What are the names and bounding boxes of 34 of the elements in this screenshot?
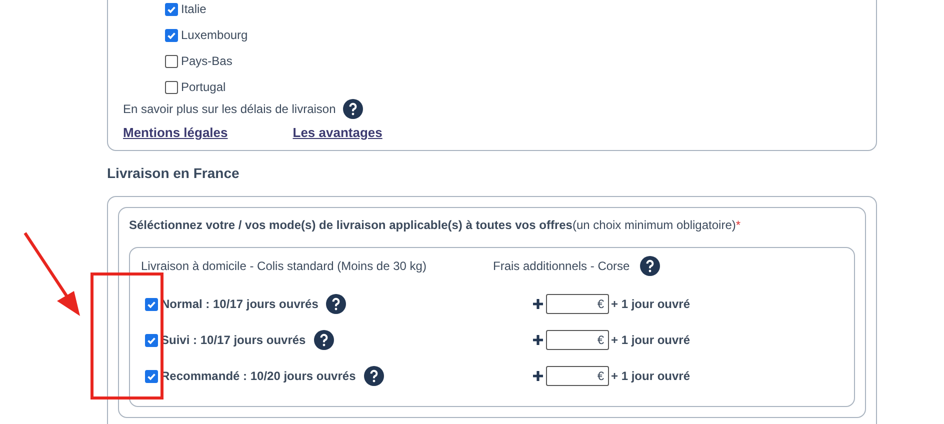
column-label: Frais additionnels - Corse xyxy=(493,259,630,273)
info-text: En savoir plus sur les délais de livraison xyxy=(123,102,336,116)
price-field[interactable]: € xyxy=(546,330,609,350)
extra-delay: + 1 jour ouvré xyxy=(611,333,690,347)
country-label: Italie xyxy=(181,2,206,16)
help-icon[interactable] xyxy=(342,99,363,119)
help-icon[interactable] xyxy=(326,294,346,314)
help-icon[interactable] xyxy=(640,256,660,276)
price-field[interactable]: € xyxy=(546,294,609,314)
checkbox[interactable] xyxy=(165,28,178,42)
group-label: Livraison à domicile - Colis standard (Moins de 30 kg) xyxy=(141,259,428,273)
section-title: Livraison en France xyxy=(107,165,240,181)
checkbox[interactable] xyxy=(165,2,178,16)
checkbox[interactable] xyxy=(145,370,158,382)
country-label: Luxembourg xyxy=(181,28,248,42)
plus-icon xyxy=(533,299,543,309)
price-field[interactable]: € xyxy=(546,366,609,386)
plus-icon xyxy=(533,335,543,345)
help-icon[interactable] xyxy=(314,330,334,350)
required-mark: * xyxy=(736,218,741,232)
link[interactable]: Mentions légales xyxy=(123,125,228,140)
extra-delay: + 1 jour ouvré xyxy=(611,369,690,383)
link[interactable]: Les avantages xyxy=(292,125,382,140)
country-label: Pays-Bas xyxy=(181,54,232,68)
checkbox[interactable] xyxy=(145,334,158,346)
checkbox[interactable] xyxy=(165,80,178,94)
checkbox[interactable] xyxy=(165,54,178,68)
help-icon[interactable] xyxy=(364,366,384,386)
checkbox[interactable] xyxy=(145,298,158,310)
option-label: Recommandé : 10/20 jours ouvrés xyxy=(161,369,356,383)
plus-icon xyxy=(533,371,543,381)
instruction-text: Séléctionnez votre / vos mode(s) de livraison applicable(s) à toutes vos offres(un choix minimum obligatoire) xyxy=(129,218,736,232)
extra-delay: + 1 jour ouvré xyxy=(611,297,690,311)
country-label: Portugal xyxy=(181,80,226,94)
